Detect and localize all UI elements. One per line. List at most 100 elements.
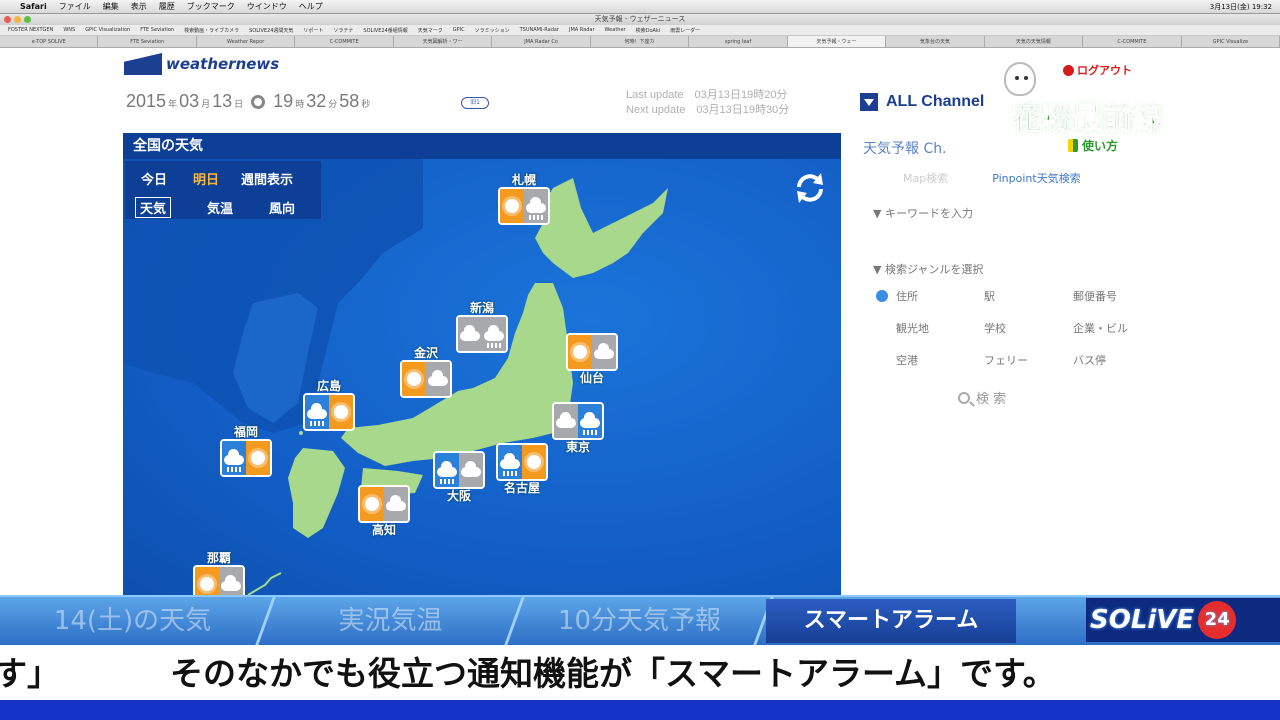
logout-icon: [1063, 64, 1074, 76]
menu-edit[interactable]: 編集: [103, 1, 119, 12]
minimize-button[interactable]: [14, 16, 21, 23]
pollen-banner[interactable]: 花粉最前線: [1012, 94, 1163, 138]
genre-station[interactable]: 駅: [984, 288, 995, 304]
browser-tab[interactable]: FTE Seviation: [98, 36, 197, 47]
browser-tab[interactable]: C-COMMITE: [295, 36, 394, 47]
bookmark-item[interactable]: GPIC Visualization: [85, 27, 130, 33]
search-icon: [958, 391, 970, 404]
logout-button[interactable]: ログアウト: [1063, 62, 1132, 78]
city-marker[interactable]: 名古屋: [496, 443, 548, 495]
bookmark-item[interactable]: 天気マーク: [418, 27, 443, 34]
month: 03: [179, 91, 200, 111]
all-channel-menu[interactable]: ALL Channel: [860, 93, 984, 111]
bookmark-item[interactable]: GPIC: [453, 27, 465, 33]
clock[interactable]: 3月13日(金) 19:32: [1210, 2, 1272, 12]
keyword-toggle[interactable]: ▼ キーワードを入力: [873, 205, 973, 221]
bookmark-item[interactable]: FTE Seviation: [140, 27, 174, 33]
city-name: 札幌: [511, 173, 536, 187]
browser-tab[interactable]: e-TOP SOLIVE: [0, 36, 99, 47]
bookmark-item[interactable]: TSUNAMI-Radar: [520, 27, 559, 33]
channel-title: 天気予報 Ch.: [863, 141, 947, 157]
menu-file[interactable]: ファイル: [59, 1, 91, 12]
rainy-icon: [498, 445, 522, 479]
city-marker[interactable]: 広島: [303, 379, 355, 431]
genre-ferry[interactable]: フェリー: [984, 352, 1028, 368]
weathernews-logo[interactable]: weathernews: [124, 52, 279, 76]
old-version-badge[interactable]: 旧1: [461, 97, 489, 109]
weather-icon: [400, 360, 452, 398]
menu-help[interactable]: ヘルプ: [299, 1, 323, 12]
browser-tab[interactable]: Weather Repor: [197, 36, 296, 47]
bookmark-item[interactable]: ソラミッション: [475, 27, 510, 34]
bottom-bar: [0, 700, 1280, 720]
menu-view[interactable]: 表示: [131, 1, 147, 12]
caption-previous: す」: [0, 654, 60, 693]
genre-bus-stop[interactable]: バス停: [1073, 352, 1106, 368]
hour-unit: 時: [295, 99, 305, 109]
bookmark-item[interactable]: SOLIVE24週間天気: [249, 27, 293, 34]
tab-temperature-layer[interactable]: 気温: [207, 198, 233, 217]
bookmark-item[interactable]: 雨雲レーダー: [670, 27, 700, 34]
city-marker[interactable]: 那覇: [193, 551, 245, 598]
japan-weather-map: 全国の天気 今日 明日 週間表示 天気 気温 風向 札幌 新潟 仙台 金沢 広島 福岡 東京…: [123, 133, 841, 598]
bookmark-item[interactable]: WNS: [63, 27, 75, 33]
city-marker[interactable]: 札幌: [498, 173, 550, 225]
city-marker[interactable]: 東京: [552, 402, 604, 454]
bookmark-item[interactable]: JMA Radar: [569, 27, 595, 33]
city-marker[interactable]: 福岡: [220, 425, 272, 477]
browser-tab[interactable]: JMA Radar Co: [492, 36, 591, 47]
cloudy-icon: [554, 404, 578, 438]
genre-airport[interactable]: 空港: [896, 352, 918, 368]
genre-address[interactable]: 住所: [896, 288, 918, 304]
menu-history[interactable]: 履歴: [159, 1, 175, 12]
weather-icon: [496, 443, 548, 481]
bookmark-item[interactable]: 検索動画・ライブカメラ: [184, 27, 239, 34]
logo-text: weathernews: [166, 55, 280, 73]
bookmark-item[interactable]: 検索DoAki: [636, 27, 661, 34]
bookmark-item[interactable]: ソラテナ: [333, 27, 353, 34]
city-marker[interactable]: 高知: [358, 485, 410, 537]
menu-app[interactable]: Safari: [20, 2, 47, 11]
all-channel-label: ALL Channel: [886, 93, 985, 110]
genre-toggle[interactable]: ▼ 検索ジャンルを選択: [873, 261, 983, 277]
bookmark-item[interactable]: FOSTER NEXTGEN: [8, 27, 53, 33]
city-marker[interactable]: 大阪: [433, 451, 485, 503]
city-marker[interactable]: 仙台: [566, 333, 618, 385]
refresh-icon[interactable]: [791, 169, 829, 207]
genre-company[interactable]: 企業・ビル: [1073, 320, 1128, 336]
browser-tab[interactable]: 何時！下座カ: [591, 36, 690, 47]
browser-tab[interactable]: 天気の天気情報: [985, 36, 1084, 47]
tab-wind-layer[interactable]: 風向: [269, 198, 295, 217]
menu-bookmarks[interactable]: ブックマーク: [187, 1, 235, 12]
browser-tab[interactable]: spring leaf: [689, 36, 788, 47]
tab-tomorrow[interactable]: 明日: [193, 169, 219, 188]
genre-sightseeing[interactable]: 観光地: [896, 320, 929, 336]
genre-postal[interactable]: 郵便番号: [1073, 288, 1117, 304]
genre-school[interactable]: 学校: [984, 320, 1006, 336]
tab-weather-layer[interactable]: 天気: [135, 197, 172, 218]
city-marker[interactable]: 新潟: [456, 301, 508, 353]
tab-weekly[interactable]: 週間表示: [241, 169, 293, 188]
bookmark-item[interactable]: リポート: [303, 27, 323, 34]
tab-pinpoint-search[interactable]: Pinpoint天気検索: [992, 170, 1080, 186]
rainy-icon: [305, 395, 329, 429]
howto-link[interactable]: 使い方: [1068, 137, 1118, 154]
browser-tab[interactable]: 天気予報・ウェー: [787, 36, 887, 47]
weather-icon: [456, 315, 508, 353]
browser-tab[interactable]: 天気図解析・ワー: [394, 36, 493, 47]
browser-tab[interactable]: C-COMMITE: [1083, 36, 1182, 47]
sunny-icon: [246, 441, 270, 475]
zoom-button[interactable]: [24, 16, 31, 23]
radio-selected-icon[interactable]: [876, 290, 888, 302]
search-button[interactable]: 検 索: [958, 388, 1006, 407]
city-marker[interactable]: 金沢: [400, 346, 452, 398]
tab-map-search[interactable]: Map検索: [903, 170, 948, 186]
bookmark-item[interactable]: SOLIVE24番組情報: [363, 27, 407, 34]
tab-today[interactable]: 今日: [141, 169, 167, 188]
browser-tab[interactable]: GPIC Visualize: [1182, 36, 1280, 47]
bookmark-item[interactable]: Weather: [605, 27, 626, 33]
browser-tab[interactable]: 気象台の天気: [886, 36, 985, 47]
solive24-logo: SOLiVE 24: [1086, 598, 1280, 642]
close-button[interactable]: [4, 16, 11, 23]
menu-window[interactable]: ウインドウ: [247, 1, 287, 12]
